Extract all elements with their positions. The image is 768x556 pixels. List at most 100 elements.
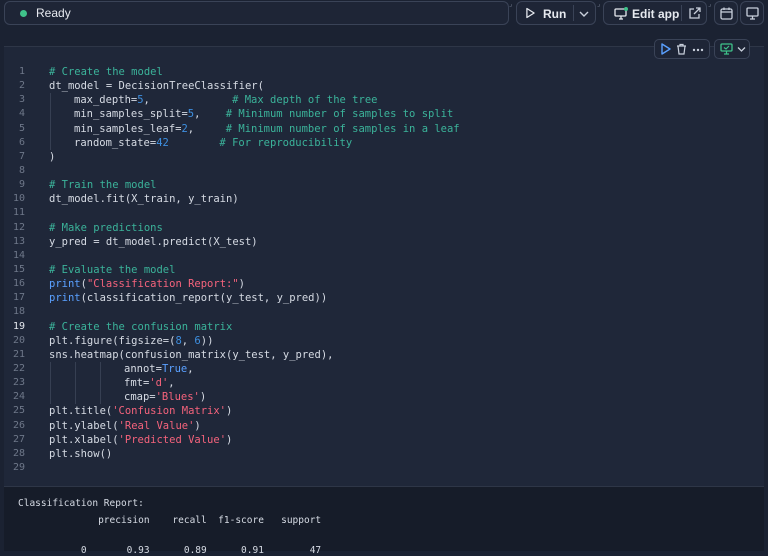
line-number: 19 [12, 320, 25, 332]
code-text: sns.heatmap(confusion_matrix(y_test, y_p… [49, 348, 333, 362]
cell-toolbar [654, 39, 754, 59]
code-token: ) [226, 433, 233, 446]
code-text: plt.title('Confusion Matrix') [49, 404, 232, 418]
edit-app-button[interactable]: Edit app [603, 1, 707, 25]
code-text: dt_model = DecisionTreeClassifier( [49, 79, 264, 93]
line-number: 15 [12, 263, 25, 275]
code-text: # Make predictions [49, 221, 163, 235]
calendar-button[interactable] [714, 1, 738, 25]
code-token: cmap= [124, 391, 156, 404]
code-line[interactable]: 2 dt_model = DecisionTreeClassifier( [4, 79, 764, 93]
chevron-down-icon[interactable] [737, 46, 746, 53]
code-text: plt.show() [49, 447, 112, 461]
code-text: min_samples_split=5, # Minimum number of… [74, 107, 453, 121]
line-number: 28 [12, 447, 25, 459]
code-cell[interactable]: 1 # Create the model 2 dt_model = DecisionT… [4, 39, 764, 487]
run-button-label: Run [543, 7, 567, 21]
code-line[interactable]: 24 cmap='Blues') [4, 390, 764, 405]
code-line[interactable]: 28 plt.show() [4, 447, 764, 461]
code-token: plt.figure(figsize=( [49, 334, 176, 347]
code-line[interactable]: 15 # Evaluate the model [4, 263, 764, 277]
line-number: 10 [12, 193, 25, 205]
code-token: plt.show() [49, 447, 113, 460]
line-number: 25 [12, 405, 25, 417]
code-line[interactable]: 12 # Make predictions [4, 221, 764, 235]
code-line[interactable]: 1 # Create the model [4, 65, 764, 79]
code-token: # Evaluate the model [49, 263, 176, 276]
code-token: , [181, 334, 195, 347]
indent-guide [50, 93, 51, 108]
code-line[interactable]: 8 [4, 164, 764, 178]
code-line[interactable]: 6 random_state=42 # For reproducibility [4, 135, 764, 150]
code-line[interactable]: 11 [4, 206, 764, 220]
line-number: 29 [12, 461, 25, 473]
line-number: 1 [18, 66, 25, 77]
code-text: print("Classification Report:") [49, 277, 245, 291]
status-text: Ready [36, 6, 71, 20]
indent-guide [100, 376, 101, 391]
code-line[interactable]: 18 [4, 305, 764, 319]
indent-guide [50, 121, 51, 136]
code-token: annot= [124, 362, 162, 375]
code-line[interactable]: 22 annot=True, [4, 361, 764, 377]
play-icon [526, 7, 535, 19]
more-options-icon[interactable] [692, 48, 704, 52]
cell-actions [654, 39, 710, 59]
code-line[interactable]: 29 [4, 461, 764, 475]
code-line[interactable]: 20 plt.figure(figsize=(8, 6)) [4, 334, 764, 348]
code-token: plt.title( [49, 405, 113, 418]
code-line[interactable]: 4 min_samples_split=5, # Minimum number o… [4, 107, 764, 122]
code-token: # Create the model [49, 66, 163, 78]
status-dot-icon [20, 10, 27, 17]
code-token: y_pred = dt_model.predict(X_test) [49, 235, 258, 248]
code-token: , [168, 377, 175, 390]
output-table-row: 0 0.93 0.89 0.91 47 [18, 545, 322, 556]
code-line[interactable]: 7) [4, 150, 764, 164]
code-token: 'Confusion Matrix' [112, 405, 227, 418]
code-line[interactable]: 19 # Create the confusion matrix [4, 320, 764, 334]
code-editor[interactable]: 1 # Create the model 2 dt_model = DecisionT… [4, 65, 764, 475]
code-line[interactable]: 9 # Train the model [4, 178, 764, 192]
code-line[interactable]: 13 y_pred = dt_model.predict(X_test) [4, 235, 764, 249]
code-token: print [49, 278, 81, 291]
code-line[interactable]: 17 print(classification_report(y_test, y_… [4, 291, 764, 305]
code-line[interactable]: 23 fmt='d', [4, 376, 764, 391]
cell-output-toggle[interactable] [714, 39, 750, 59]
cell-output: Classification Report: precision recall … [4, 486, 764, 556]
code-text: # Create the model [49, 65, 163, 79]
code-line[interactable]: 27 plt.xlabel('Predicted Value') [4, 433, 764, 447]
code-token: min_samples_split= [74, 108, 188, 121]
indent-guide [50, 361, 51, 377]
chevron-down-icon[interactable] [579, 7, 589, 21]
code-token: # Create the confusion matrix [49, 320, 233, 333]
code-token: 'Blues' [155, 391, 200, 404]
code-line[interactable]: 26 plt.ylabel('Real Value') [4, 419, 764, 433]
code-line[interactable]: 14 [4, 249, 764, 263]
indent-guide [75, 390, 76, 405]
code-text: print(classification_report(y_test, y_pr… [49, 291, 327, 305]
edit-app-label: Edit app [632, 7, 680, 21]
run-button[interactable]: Run [516, 1, 596, 25]
run-divider [573, 5, 574, 21]
present-button[interactable] [740, 1, 764, 25]
code-line[interactable]: 25 plt.title('Confusion Matrix') [4, 404, 764, 418]
code-line[interactable]: 10 dt_model.fit(X_train, y_train) [4, 192, 764, 206]
code-line[interactable]: 21 sns.heatmap(confusion_matrix(y_test, y… [4, 348, 764, 362]
code-line[interactable]: 3 max_depth=5, # Max depth of the tree [4, 93, 764, 108]
code-token: # Make predictions [49, 221, 163, 234]
code-line[interactable]: 5 min_samples_leaf=2, # Minimum number of… [4, 121, 764, 136]
trash-icon[interactable] [676, 43, 687, 55]
line-number: 22 [12, 362, 25, 374]
external-link-icon[interactable] [688, 7, 701, 20]
corner-mark-icon: ⌟ [509, 1, 513, 8]
code-token: True [161, 362, 188, 375]
code-line[interactable]: 16 print("Classification Report:") [4, 277, 764, 291]
line-number: 8 [18, 164, 25, 176]
line-number: 17 [12, 292, 25, 304]
line-number: 4 [18, 108, 25, 120]
code-token: random_state= [74, 136, 157, 149]
code-token: , [194, 108, 226, 121]
run-cell-icon[interactable] [661, 43, 671, 55]
code-text: y_pred = dt_model.predict(X_test) [49, 235, 258, 249]
line-number: 20 [12, 334, 25, 346]
